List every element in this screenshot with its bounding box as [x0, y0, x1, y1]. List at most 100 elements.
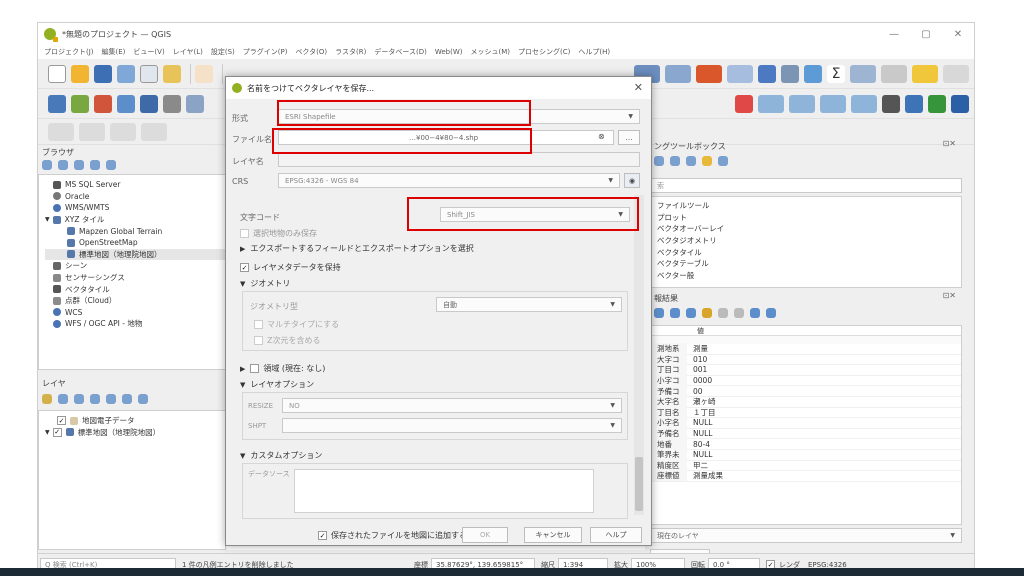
- select-dropdown-icon[interactable]: [727, 64, 753, 83]
- expand-new-icon[interactable]: [686, 308, 696, 318]
- menu-layer[interactable]: レイヤ(L): [173, 47, 203, 57]
- edit-dropdown-icon[interactable]: [665, 64, 691, 83]
- add-raster-icon[interactable]: [71, 94, 89, 113]
- style-manager-icon[interactable]: [163, 64, 181, 83]
- options-icon[interactable]: [718, 156, 728, 166]
- expand-all-icon[interactable]: [106, 394, 116, 404]
- minimize-button[interactable]: —: [878, 23, 910, 45]
- maximize-button[interactable]: ▢: [910, 23, 942, 45]
- add-wms-icon[interactable]: [163, 94, 181, 113]
- digitize-dropdown-2-icon[interactable]: [79, 122, 105, 141]
- table-row[interactable]: 座標値 測量成果: [651, 470, 961, 482]
- label-icon[interactable]: [735, 94, 753, 113]
- toolbox-close-icon[interactable]: ⊡✕: [943, 139, 956, 148]
- menu-settings[interactable]: 設定(S): [211, 47, 235, 57]
- processing-icon[interactable]: [804, 64, 822, 83]
- browser-item-sensor[interactable]: センサーシングス: [45, 272, 225, 284]
- toolbox-item[interactable]: ベクタオーバーレイ: [657, 223, 961, 235]
- add-group-icon[interactable]: [58, 394, 68, 404]
- refresh-icon[interactable]: [58, 160, 68, 170]
- browser-item-wms[interactable]: WMS/WMTS: [45, 202, 225, 214]
- browser-item-wcs[interactable]: WCS: [45, 307, 225, 319]
- table-row[interactable]: 大字コ 010: [651, 353, 961, 366]
- browse-button[interactable]: …: [618, 130, 640, 145]
- include-z-checkbox[interactable]: [254, 336, 263, 345]
- selected-only-checkbox-row[interactable]: 選択地物のみ保存: [240, 228, 317, 239]
- pan-icon[interactable]: [195, 64, 213, 83]
- menu-plugins[interactable]: プラグイン(P): [243, 47, 288, 57]
- digitize-dropdown-3-icon[interactable]: [110, 122, 136, 141]
- collapse-icon[interactable]: [90, 160, 100, 170]
- add-selected-icon[interactable]: [42, 160, 52, 170]
- menu-help[interactable]: ヘルプ(H): [578, 47, 610, 57]
- open-project-icon[interactable]: [71, 64, 89, 83]
- toolbox-item[interactable]: ベクタジオメトリ: [657, 235, 961, 247]
- label-tool-3-icon[interactable]: [820, 94, 846, 113]
- toolbox-item[interactable]: ベクタテーブル: [657, 258, 961, 270]
- identify-mode-icon[interactable]: [750, 308, 760, 318]
- clear-field-icon[interactable]: ⊗: [598, 132, 605, 141]
- layer-checkbox[interactable]: ✓: [57, 416, 66, 426]
- multi-type-checkbox[interactable]: [254, 320, 263, 329]
- browser-item-xyz[interactable]: ▼ XYZ タイル: [45, 214, 225, 226]
- filter-icon[interactable]: [74, 160, 84, 170]
- menu-web[interactable]: Web(W): [435, 48, 463, 56]
- close-window-button[interactable]: ✕: [942, 23, 974, 45]
- layer-checkbox[interactable]: ✓: [52, 427, 62, 437]
- visibility-icon[interactable]: [74, 394, 84, 404]
- collapse-tree-icon[interactable]: [670, 308, 680, 318]
- history-icon[interactable]: [670, 156, 680, 166]
- annotation-icon[interactable]: [881, 64, 907, 83]
- resize-select[interactable]: NO ▼: [282, 398, 622, 413]
- table-row[interactable]: 予備名 NULL: [651, 428, 961, 440]
- crs-selector-icon[interactable]: ◉: [624, 173, 640, 188]
- map-icon[interactable]: [928, 94, 946, 113]
- multi-type-row[interactable]: マルチタイプにする: [254, 319, 339, 330]
- table-row[interactable]: 測地系 測量: [651, 343, 961, 355]
- add-to-map-checkbox[interactable]: ✓: [318, 531, 327, 540]
- menu-raster[interactable]: ラスタ(R): [335, 47, 366, 57]
- options-scrollbar-thumb[interactable]: [635, 457, 643, 511]
- toolbox-item[interactable]: ベクター般: [657, 270, 961, 282]
- encoding-select[interactable]: Shift_JIS ▼: [440, 207, 630, 222]
- menu-project[interactable]: プロジェクト(J): [44, 47, 94, 57]
- table-row[interactable]: 小字名 NULL: [651, 417, 961, 429]
- browser-item-mapzen[interactable]: Mapzen Global Terrain: [45, 225, 225, 237]
- format-select[interactable]: ESRI Shapefile ▼: [278, 109, 640, 124]
- print-icon[interactable]: [766, 308, 776, 318]
- browser-item-vectortile[interactable]: ベクタタイル: [45, 283, 225, 295]
- label-tool-1-icon[interactable]: [758, 94, 784, 113]
- style-icon[interactable]: [42, 394, 52, 404]
- layer-item-chizu[interactable]: ✓ 地図電子データ: [45, 415, 225, 427]
- layername-input[interactable]: [278, 152, 640, 167]
- geometry-type-select[interactable]: 自動 ▼: [436, 297, 622, 312]
- remove-icon[interactable]: [696, 64, 722, 83]
- persist-metadata-row[interactable]: ✓ レイヤメタデータを保持: [240, 262, 341, 273]
- table-row[interactable]: 丁目名 １丁目: [651, 406, 961, 419]
- menu-mesh[interactable]: メッシュ(M): [471, 47, 511, 57]
- save-as-icon[interactable]: [117, 64, 135, 83]
- new-project-icon[interactable]: [48, 64, 66, 83]
- add-to-map-row[interactable]: ✓ 保存されたファイルを地図に追加する: [318, 530, 467, 541]
- datasource-textarea[interactable]: [294, 469, 594, 513]
- label-tool-4-icon[interactable]: [851, 94, 877, 113]
- plugin-icon[interactable]: [905, 94, 923, 113]
- expand-tree-icon[interactable]: [654, 308, 664, 318]
- add-virtual-icon[interactable]: [186, 94, 204, 113]
- clear-results-icon[interactable]: [702, 308, 712, 318]
- browser-item-scene[interactable]: シーン: [45, 260, 225, 272]
- add-db-icon[interactable]: [140, 94, 158, 113]
- geometry-section[interactable]: ▼ ジオメトリ: [240, 278, 290, 289]
- results-close-icon[interactable]: ⊡✕: [943, 291, 956, 300]
- browser-item-osm[interactable]: OpenStreetMap: [45, 237, 225, 249]
- browser-item-mssql[interactable]: MS SQL Server: [45, 179, 225, 191]
- identify-icon[interactable]: [758, 64, 776, 83]
- globe-icon[interactable]: [882, 94, 900, 113]
- identify-mode-select[interactable]: 現在のレイヤ ▼: [650, 528, 962, 543]
- save-project-icon[interactable]: [94, 64, 112, 83]
- custom-options-section[interactable]: ▼ カスタムオプション: [240, 450, 322, 461]
- layer-options-section[interactable]: ▼ レイヤオプション: [240, 379, 314, 390]
- edit-features-icon[interactable]: [702, 156, 712, 166]
- filename-input[interactable]: …¥00−4¥80−4.shp: [278, 130, 614, 145]
- persist-metadata-checkbox[interactable]: ✓: [240, 263, 249, 272]
